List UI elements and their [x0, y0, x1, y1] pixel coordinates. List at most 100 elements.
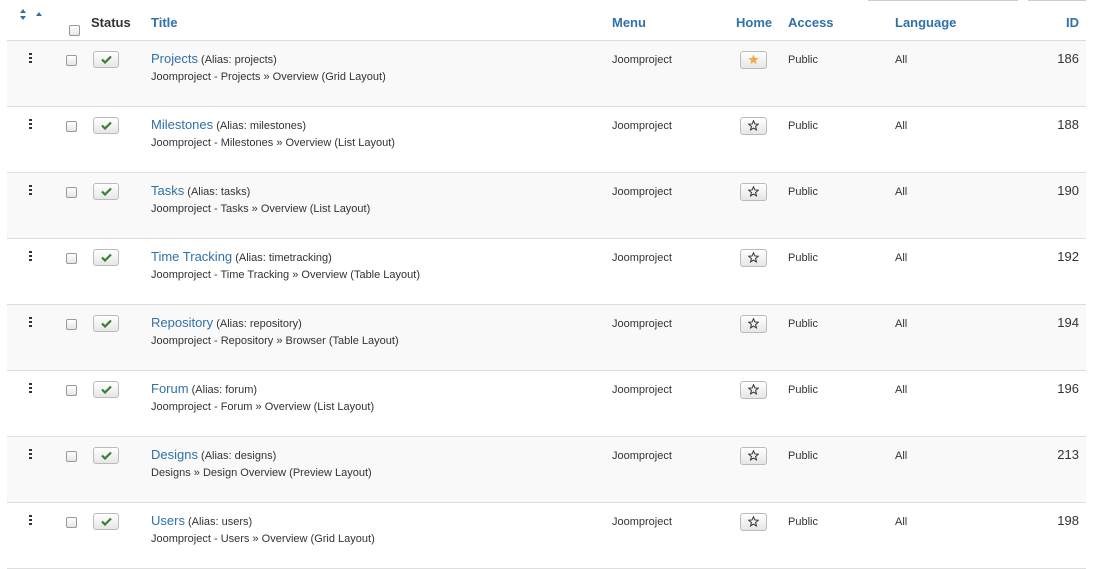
item-title-link[interactable]: Tasks — [151, 183, 184, 198]
item-title-link[interactable]: Forum — [151, 381, 189, 396]
home-cell — [736, 106, 788, 173]
table-row: Tasks (Alias: tasks) Joomproject - Tasks … — [7, 172, 1086, 239]
item-alias: (Alias: tasks) — [187, 186, 251, 198]
ordering-header[interactable] — [7, 4, 91, 41]
select-all-checkbox[interactable] — [69, 25, 80, 37]
access-cell: Public — [788, 106, 895, 173]
item-alias: (Alias: projects) — [201, 54, 277, 66]
drag-handle-icon[interactable] — [29, 317, 33, 327]
menu-header[interactable]: Menu — [612, 4, 736, 41]
item-path: Joomproject - Time Tracking » Overview (… — [151, 269, 420, 281]
drag-handle-icon[interactable] — [29, 185, 33, 195]
status-cell — [91, 238, 151, 305]
publish-toggle-button[interactable] — [93, 51, 119, 68]
title-header[interactable]: Title — [151, 4, 612, 41]
status-header[interactable]: Status — [91, 4, 151, 41]
language-cell: All — [895, 304, 1035, 371]
home-cell — [736, 40, 788, 107]
table-row: Users (Alias: users) Joomproject - Users … — [7, 502, 1086, 569]
drag-handle-icon[interactable] — [29, 119, 33, 129]
table-row: Projects (Alias: projects) Joomproject - … — [7, 40, 1086, 107]
publish-toggle-button[interactable] — [93, 183, 119, 200]
title-cell: Repository (Alias: repository) Joomprojec… — [151, 304, 612, 371]
item-title-link[interactable]: Repository — [151, 315, 213, 330]
item-path: Joomproject - Tasks » Overview (List Lay… — [151, 203, 371, 215]
menu-cell: Joomproject — [612, 238, 736, 305]
item-path: Joomproject - Projects » Overview (Grid … — [151, 71, 386, 83]
title-cell: Projects (Alias: projects) Joomproject - … — [151, 40, 612, 107]
publish-toggle-button[interactable] — [93, 513, 119, 530]
home-default-button[interactable] — [740, 51, 767, 69]
drag-handle-icon[interactable] — [29, 53, 33, 63]
access-header[interactable]: Access — [788, 4, 895, 41]
item-title-link[interactable]: Users — [151, 513, 185, 528]
star-outline-icon — [747, 119, 760, 134]
publish-toggle-button[interactable] — [93, 447, 119, 464]
star-outline-icon — [747, 185, 760, 200]
item-path: Joomproject - Repository » Browser (Tabl… — [151, 335, 399, 347]
access-cell: Public — [788, 40, 895, 107]
home-header[interactable]: Home — [736, 4, 788, 41]
row-checkbox[interactable] — [66, 451, 77, 462]
drag-handle-icon[interactable] — [29, 449, 33, 459]
language-cell: All — [895, 172, 1035, 239]
row-checkbox[interactable] — [66, 517, 77, 528]
id-cell: 192 — [1035, 238, 1086, 305]
language-cell: All — [895, 238, 1035, 305]
ordering-cell — [7, 370, 91, 437]
home-default-button[interactable] — [740, 249, 767, 267]
menu-cell: Joomproject — [612, 304, 736, 371]
home-default-button[interactable] — [740, 117, 767, 135]
drag-handle-icon[interactable] — [29, 515, 33, 525]
access-cell: Public — [788, 238, 895, 305]
status-cell — [91, 172, 151, 239]
row-checkbox[interactable] — [66, 385, 77, 396]
publish-toggle-button[interactable] — [93, 249, 119, 266]
ordering-cell — [7, 304, 91, 371]
sort-icon[interactable] — [17, 8, 42, 22]
drag-handle-icon[interactable] — [29, 383, 33, 393]
table-header-row: Status Title Menu Home Access Language I… — [7, 4, 1086, 41]
id-cell: 196 — [1035, 370, 1086, 437]
title-cell: Milestones (Alias: milestones) Joomprojec… — [151, 106, 612, 173]
access-cell: Public — [788, 304, 895, 371]
publish-toggle-button[interactable] — [93, 381, 119, 398]
row-checkbox[interactable] — [66, 121, 77, 132]
home-default-button[interactable] — [740, 513, 767, 531]
item-alias: (Alias: milestones) — [216, 120, 307, 132]
status-cell — [91, 40, 151, 107]
id-header[interactable]: ID — [1035, 4, 1086, 41]
home-default-button[interactable] — [740, 183, 767, 201]
status-cell — [91, 370, 151, 437]
title-cell: Forum (Alias: forum) Joomproject - Forum … — [151, 370, 612, 437]
home-cell — [736, 172, 788, 239]
item-path: Designs » Design Overview (Preview Layou… — [151, 467, 372, 479]
table-row: Forum (Alias: forum) Joomproject - Forum … — [7, 370, 1086, 437]
item-title-link[interactable]: Time Tracking — [151, 249, 232, 264]
drag-handle-icon[interactable] — [29, 251, 33, 261]
access-cell: Public — [788, 436, 895, 503]
id-cell: 194 — [1035, 304, 1086, 371]
language-header[interactable]: Language — [895, 4, 1035, 41]
publish-toggle-button[interactable] — [93, 315, 119, 332]
check-icon — [100, 121, 112, 133]
row-checkbox[interactable] — [66, 55, 77, 66]
status-cell — [91, 502, 151, 569]
status-cell — [91, 436, 151, 503]
row-checkbox[interactable] — [66, 187, 77, 198]
status-cell — [91, 106, 151, 173]
home-default-button[interactable] — [740, 447, 767, 465]
row-checkbox[interactable] — [66, 253, 77, 264]
row-checkbox[interactable] — [66, 319, 77, 330]
ordering-cell — [7, 238, 91, 305]
access-cell: Public — [788, 502, 895, 569]
item-alias: (Alias: designs) — [201, 450, 277, 462]
item-title-link[interactable]: Projects — [151, 51, 198, 66]
publish-toggle-button[interactable] — [93, 117, 119, 134]
home-default-button[interactable] — [740, 315, 767, 333]
check-icon — [100, 517, 112, 529]
ordering-cell — [7, 172, 91, 239]
home-default-button[interactable] — [740, 381, 767, 399]
item-title-link[interactable]: Designs — [151, 447, 198, 462]
item-title-link[interactable]: Milestones — [151, 117, 213, 132]
